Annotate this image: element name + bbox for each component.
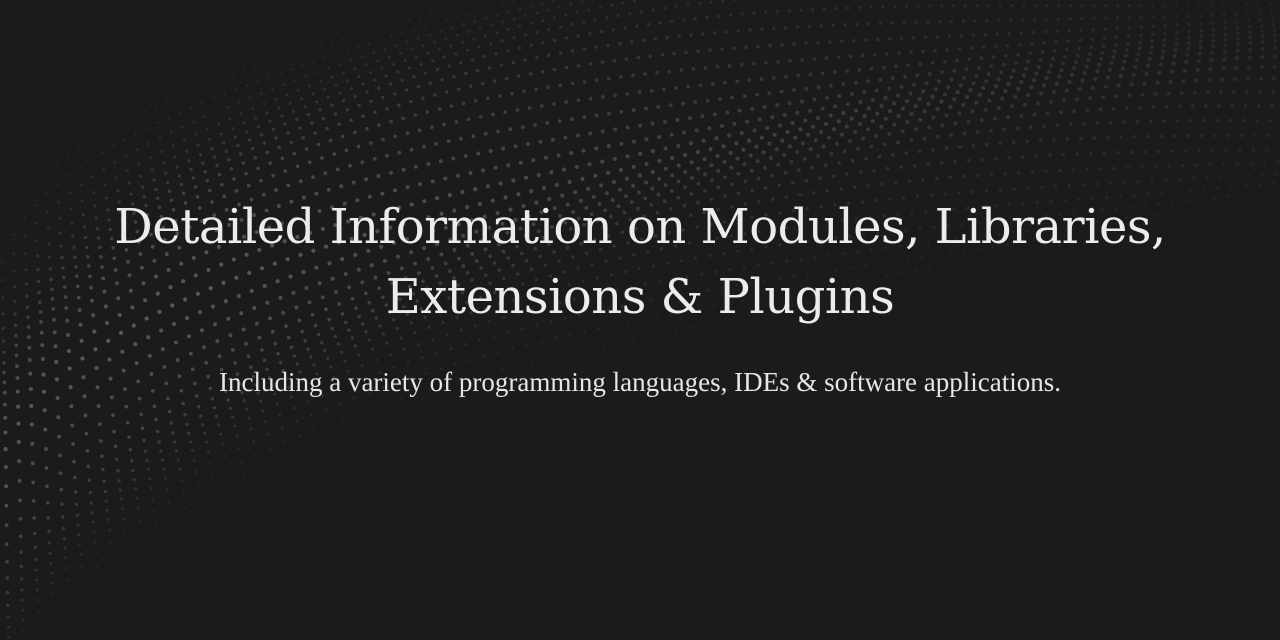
hero-content: Detailed Information on Modules, Librari… xyxy=(0,0,1280,640)
hero-title-line-1: Detailed Information on Modules, Librari… xyxy=(114,199,1166,255)
hero-subtitle: Including a variety of programming langu… xyxy=(218,367,1061,397)
hero-title-line-2: Extensions & Plugins xyxy=(385,269,895,325)
hero-title: Detailed Information on Modules, Librari… xyxy=(40,192,1240,332)
hero-banner: Detailed Information on Modules, Librari… xyxy=(0,0,1280,640)
